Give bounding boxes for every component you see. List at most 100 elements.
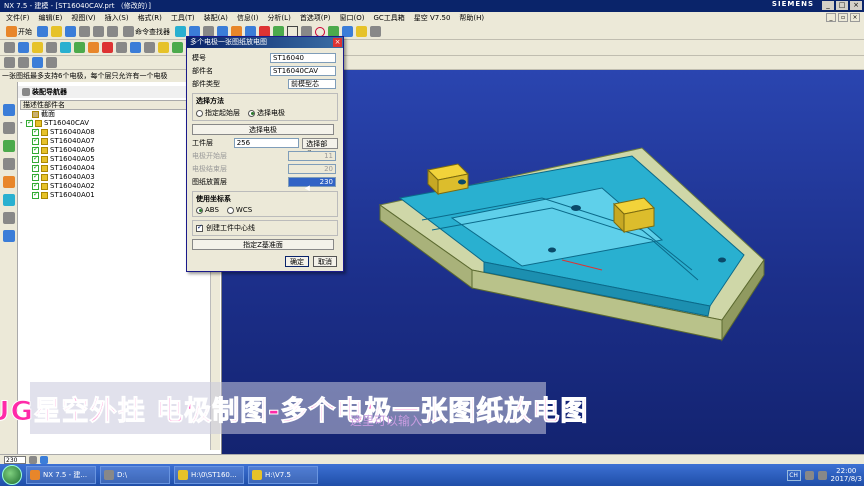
minimize-button[interactable]: _ <box>822 1 834 10</box>
create-center-line-checkbox[interactable]: 创建工件中心线 <box>196 223 255 232</box>
reuse-library-tab-icon[interactable] <box>2 158 15 170</box>
language-indicator[interactable]: CH <box>786 469 801 481</box>
system-materials-tab-icon[interactable] <box>2 230 15 242</box>
start-button[interactable]: 开始 <box>4 26 34 38</box>
menu-item[interactable]: 星空 V7.50 <box>414 13 451 23</box>
tree-item[interactable]: ST16040A06 <box>20 145 210 155</box>
layer-icon[interactable] <box>356 26 367 37</box>
menu-item[interactable]: 文件(F) <box>6 13 30 23</box>
visibility-checkbox[interactable] <box>32 181 39 190</box>
tree-item[interactable]: ST16040A03 <box>20 172 210 182</box>
column-header[interactable]: 描述性部件名 <box>20 100 200 110</box>
hole-icon[interactable] <box>175 26 186 37</box>
select-part-button[interactable]: 选择部件 <box>302 137 338 158</box>
measure-icon[interactable] <box>370 26 381 37</box>
part-type-select[interactable]: 前模型芯 <box>288 79 336 89</box>
visibility-checkbox[interactable] <box>32 127 39 136</box>
doc-minimize-button[interactable]: _ <box>826 13 836 22</box>
open-folder-icon[interactable] <box>51 26 62 37</box>
cancel-button[interactable]: 取消 <box>313 256 337 267</box>
method-select-electrode-option[interactable]: 选择电极 <box>248 108 285 118</box>
shaded-view-icon[interactable] <box>46 57 57 68</box>
visibility-checkbox[interactable] <box>32 190 39 199</box>
coord-abs-option[interactable]: ABS <box>196 206 219 214</box>
visibility-checkbox[interactable] <box>32 154 39 163</box>
visibility-checkbox[interactable] <box>32 136 39 145</box>
save-icon[interactable] <box>65 26 76 37</box>
method-start-layer-option[interactable]: 指定起始层 <box>196 108 240 118</box>
maximize-button[interactable]: □ <box>836 1 848 10</box>
close-button[interactable]: × <box>850 1 862 10</box>
workpiece-layer-field[interactable]: 256 <box>233 138 300 148</box>
menu-item[interactable]: 信息(I) <box>237 13 259 23</box>
mold-no-field[interactable]: ST16040 <box>270 53 336 63</box>
taskbar-button[interactable]: H:\V7.5 <box>248 466 318 484</box>
cylinder-icon[interactable] <box>74 42 85 53</box>
specify-z-datum-button[interactable]: 指定Z基准面 <box>192 239 334 250</box>
menu-item[interactable]: 装配(A) <box>204 13 228 23</box>
tree-item[interactable]: ST16040A05 <box>20 154 210 164</box>
trim-body-icon[interactable] <box>116 42 127 53</box>
doc-close-button[interactable]: × <box>850 13 860 22</box>
constraint-navigator-tab-icon[interactable] <box>2 122 15 134</box>
taskbar-button[interactable]: D:\ <box>100 466 170 484</box>
circle-icon[interactable] <box>315 26 325 37</box>
tree-item[interactable]: ST16040A02 <box>20 181 210 191</box>
point-icon[interactable] <box>46 42 57 53</box>
command-finder-button[interactable]: 命令查找器 <box>121 26 172 38</box>
redo-icon[interactable] <box>107 26 118 37</box>
drawing-layer-field[interactable]: 230 <box>288 177 336 187</box>
split-body-icon[interactable] <box>130 42 141 53</box>
new-file-icon[interactable] <box>37 26 48 37</box>
menu-item[interactable]: 工具(T) <box>171 13 195 23</box>
menu-item[interactable]: 窗口(O) <box>340 13 365 23</box>
menu-item[interactable]: 分析(L) <box>267 13 290 23</box>
doc-restore-button[interactable]: ▫ <box>838 13 848 22</box>
cone-icon[interactable] <box>88 42 99 53</box>
tree-item[interactable]: ST16040A04 <box>20 163 210 173</box>
wcs-icon[interactable] <box>32 57 43 68</box>
menu-item[interactable]: GC工具箱 <box>373 13 404 23</box>
visibility-checkbox[interactable] <box>26 118 33 127</box>
layer-selector[interactable]: 230 <box>4 455 26 464</box>
web-browser-tab-icon[interactable] <box>2 194 15 206</box>
taskbar-button[interactable]: H:\0\ST160... <box>174 466 244 484</box>
menu-item[interactable]: 首选项(P) <box>300 13 331 23</box>
roles-tab-icon[interactable] <box>2 212 15 224</box>
tree-root[interactable]: -ST16040CAV <box>20 118 210 128</box>
history-tab-icon[interactable] <box>2 176 15 188</box>
sketch-icon[interactable] <box>4 42 15 53</box>
assembly-navigator-tab-icon[interactable] <box>2 104 15 116</box>
part-navigator-tab-icon[interactable] <box>2 140 15 152</box>
dialog-titlebar[interactable]: 多个电极一张图纸放电图 × <box>187 37 343 48</box>
cut-icon[interactable] <box>79 26 90 37</box>
block-icon[interactable] <box>60 42 71 53</box>
select-filter-icon[interactable] <box>4 57 15 68</box>
dialog-close-button[interactable]: × <box>333 38 342 47</box>
pattern-icon[interactable] <box>158 42 169 53</box>
visibility-checkbox[interactable] <box>32 145 39 154</box>
menu-item[interactable]: 格式(R) <box>138 13 162 23</box>
start-orb-icon[interactable] <box>2 465 22 485</box>
taskbar-button[interactable]: NX 7.5 - 建... <box>26 466 96 484</box>
datum-axis-icon[interactable] <box>32 42 43 53</box>
datum-plane-icon[interactable] <box>18 42 29 53</box>
menu-item[interactable]: 帮助(H) <box>459 13 484 23</box>
snap-icon[interactable] <box>29 455 37 464</box>
part-name-field[interactable]: ST16040CAV <box>270 66 336 76</box>
sphere-icon[interactable] <box>102 42 113 53</box>
tree-sections[interactable]: 截面 <box>20 110 210 119</box>
visibility-checkbox[interactable] <box>32 172 39 181</box>
coord-wcs-option[interactable]: WCS <box>226 206 252 214</box>
tree-item[interactable]: ST16040A07 <box>20 136 210 146</box>
clock[interactable]: 22:00 2017/8/3 <box>831 467 862 483</box>
visibility-checkbox[interactable] <box>32 163 39 172</box>
menu-item[interactable]: 插入(S) <box>105 13 129 23</box>
select-electrode-button[interactable]: 选择电极 <box>192 124 334 135</box>
tree-item[interactable]: ST16040A08 <box>20 127 210 137</box>
filter-icon[interactable] <box>40 455 48 464</box>
network-icon[interactable] <box>804 470 814 480</box>
tree-item[interactable]: ST16040A01 <box>20 190 210 200</box>
undo-icon[interactable] <box>93 26 104 37</box>
snap-point-icon[interactable] <box>18 57 29 68</box>
